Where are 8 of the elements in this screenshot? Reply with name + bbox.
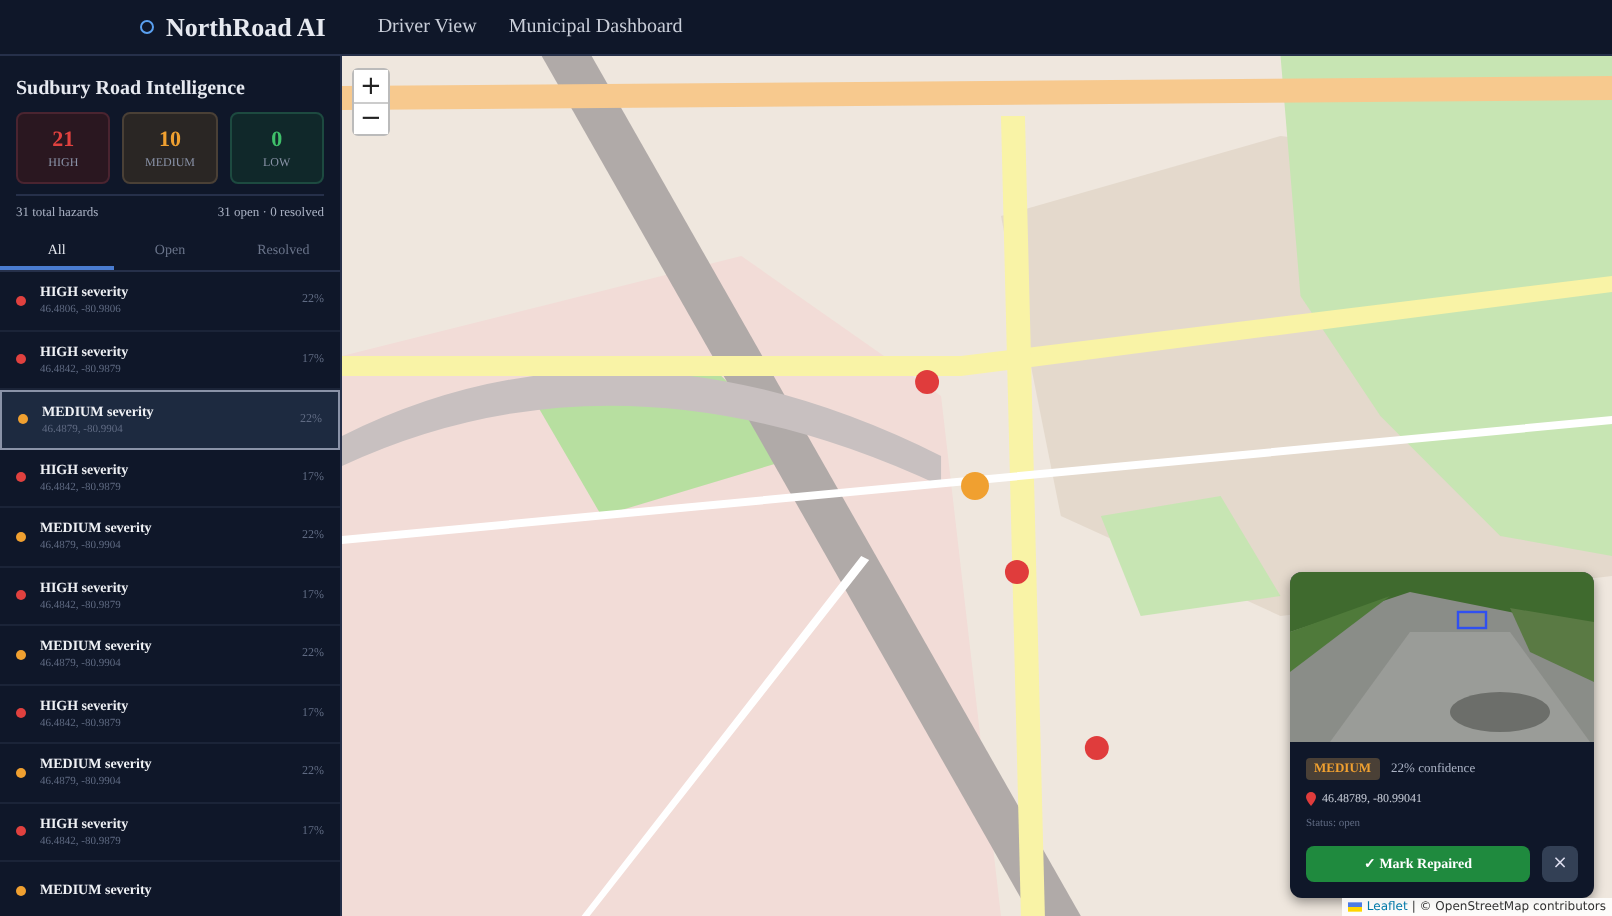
sidebar-title: Sudbury Road Intelligence [14, 76, 247, 104]
logo-icon [140, 20, 154, 34]
brand-name: NorthRoad AI [166, 11, 326, 43]
stat-value: 21 [52, 127, 75, 151]
nav-link[interactable]: Municipal Dashboard [508, 16, 683, 38]
nav-link[interactable]: Driver View [377, 16, 477, 38]
stat-value: 0 [271, 127, 283, 151]
stat-value: 10 [158, 127, 181, 151]
